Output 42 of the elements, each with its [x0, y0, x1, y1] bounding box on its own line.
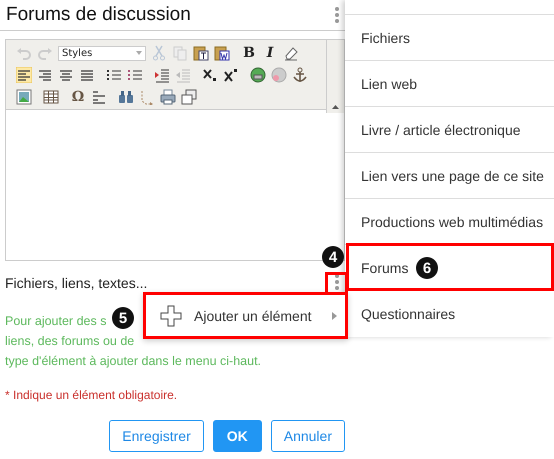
italic-button[interactable]: I	[262, 45, 278, 61]
binoculars-icon[interactable]	[118, 89, 134, 105]
bold-button[interactable]: B	[241, 45, 257, 61]
styles-dropdown[interactable]: Styles	[58, 46, 146, 60]
table-icon[interactable]	[43, 89, 59, 105]
preview-icon[interactable]	[181, 89, 197, 105]
page-title: Forums de discussion	[6, 4, 191, 26]
plus-icon	[160, 304, 182, 326]
numbered-list-icon[interactable]	[127, 67, 143, 83]
help-text: Pour ajouter des s	[5, 313, 106, 330]
form-button[interactable]: Annuler	[270, 420, 345, 452]
help-text: type d'élément à ajouter dans le menu ci-haut.	[5, 353, 262, 370]
bullet-list-icon[interactable]	[106, 67, 122, 83]
align-icon[interactable]	[16, 67, 32, 83]
more-icon[interactable]	[334, 273, 340, 291]
form-button[interactable]: Enregistrer	[109, 420, 204, 452]
anchor-icon[interactable]	[292, 67, 308, 83]
section-label: Fichiers, liens, textes...	[5, 275, 148, 291]
required-note: * Indique un élément obligatoire.	[5, 388, 178, 402]
printer-icon[interactable]	[160, 89, 176, 105]
clipboard-icon[interactable]	[214, 45, 230, 61]
step-badge: 5	[112, 307, 134, 329]
superscript-icon[interactable]	[223, 67, 239, 83]
subscript-icon[interactable]	[202, 67, 218, 83]
menu-item[interactable]: Livre / article électronique	[345, 106, 554, 152]
scrollbar[interactable]	[326, 40, 344, 113]
menu-item[interactable]: Fichiers	[345, 14, 554, 60]
add-element-menu-item[interactable]: Ajouter un élément	[143, 292, 348, 339]
indent-icon[interactable]	[154, 67, 170, 83]
special-character-button[interactable]: Ω	[70, 89, 86, 105]
image-icon[interactable]	[16, 89, 32, 105]
more-icon[interactable]	[334, 6, 340, 24]
scroll-up-icon[interactable]	[332, 105, 339, 109]
line-spacing-icon[interactable]	[91, 89, 107, 105]
help-text: liens, des forums ou de	[5, 333, 134, 350]
eraser-icon[interactable]	[283, 45, 299, 61]
step-badge: 4	[322, 246, 344, 268]
menu-item[interactable]: Productions web multimédias	[345, 198, 554, 244]
menu-item[interactable]: Lien web	[345, 60, 554, 106]
menu-item[interactable]: Lien vers une page de ce site	[345, 152, 554, 198]
caret-icon	[332, 312, 337, 320]
clipboard-icon[interactable]	[193, 45, 209, 61]
